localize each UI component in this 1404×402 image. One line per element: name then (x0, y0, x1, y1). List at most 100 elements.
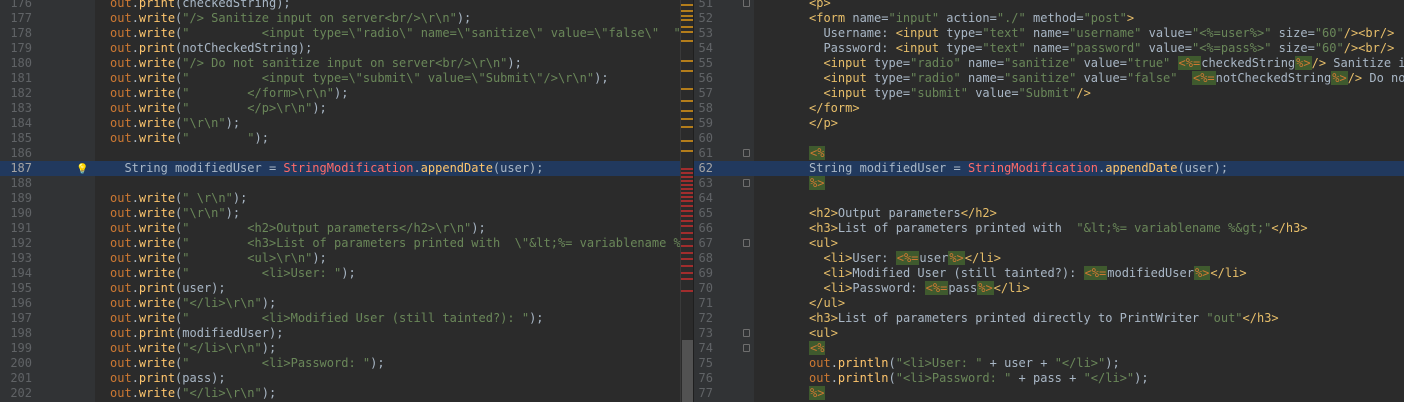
line-number[interactable]: 68 (694, 251, 713, 266)
code-text[interactable]: <li>Modified User (still tainted?): <%=m… (809, 266, 1247, 281)
code-text[interactable]: <ul> (809, 326, 838, 341)
fold-marker-icon[interactable] (743, 344, 750, 352)
code-text[interactable]: out.print(user); (110, 281, 226, 296)
line-number[interactable]: 201 (0, 371, 32, 386)
left-code-line[interactable]: 181 out.write(" <input type=\"submit\" va… (0, 71, 680, 86)
line-number[interactable]: 181 (0, 71, 32, 86)
code-text[interactable]: <li>User: <%=user%></li> (809, 251, 1001, 266)
line-number[interactable]: 74 (694, 341, 713, 356)
line-number[interactable]: 194 (0, 266, 32, 281)
left-error-stripe[interactable] (680, 0, 695, 402)
code-text[interactable]: out.write(" <li>User: "); (110, 266, 356, 281)
line-number[interactable]: 72 (694, 311, 713, 326)
line-number[interactable]: 63 (694, 176, 713, 191)
code-text[interactable]: out.write(" <h2>Output parameters</h2>\r… (110, 221, 486, 236)
line-number[interactable]: 177 (0, 11, 32, 26)
line-number[interactable]: 66 (694, 221, 713, 236)
left-code-line[interactable]: 178 out.write(" <input type=\"radio\" nam… (0, 26, 680, 41)
code-text[interactable]: out.write("</li>\r\n"); (110, 386, 276, 401)
right-code-line[interactable]: 61 <% (694, 146, 1404, 161)
line-number[interactable]: 54 (694, 41, 713, 56)
code-text[interactable]: <li>Password: <%=pass%></li> (809, 281, 1030, 296)
right-editor-pane[interactable]: 51 <p> 52 <form name="input" action="./" me… (694, 0, 1404, 402)
left-code-line[interactable]: 177 out.write("/> Sanitize input on serve… (0, 11, 680, 26)
code-text[interactable]: out.write("</li>\r\n"); (110, 341, 276, 356)
right-code-line[interactable]: 52 <form name="input" action="./" method=… (694, 11, 1404, 26)
code-text[interactable]: <h3>List of parameters printed with "&lt… (809, 221, 1308, 236)
code-text[interactable]: out.write(" </form>\r\n"); (110, 86, 348, 101)
code-text[interactable]: out.write(" "); (110, 131, 269, 146)
line-number[interactable]: 59 (694, 116, 713, 131)
line-number[interactable]: 60 (694, 131, 713, 146)
code-text[interactable]: out.write(" <ul>\r\n"); (110, 251, 327, 266)
code-text[interactable]: </ul> (809, 296, 845, 311)
code-text[interactable]: %> (809, 386, 826, 401)
line-number[interactable]: 185 (0, 131, 32, 146)
code-text[interactable]: <h3>List of parameters printed directly … (809, 311, 1279, 326)
code-text[interactable]: </form> (809, 101, 860, 116)
line-number[interactable]: 71 (694, 296, 713, 311)
fold-marker-icon[interactable] (743, 0, 750, 7)
right-code-line[interactable]: 65 <h2>Output parameters</h2> (694, 206, 1404, 221)
line-number[interactable]: 77 (694, 386, 713, 401)
code-text[interactable]: <input type="radio" name="sanitize" valu… (809, 71, 1404, 86)
lightbulb-icon[interactable]: 💡 (76, 162, 88, 177)
line-number[interactable]: 64 (694, 191, 713, 206)
right-code-line[interactable]: 69 <li>Modified User (still tainted?): <… (694, 266, 1404, 281)
fold-marker-icon[interactable] (743, 329, 750, 337)
scroll-thumb[interactable] (682, 340, 693, 402)
line-number[interactable]: 188 (0, 176, 32, 191)
right-code-line[interactable]: 73 <ul> (694, 326, 1404, 341)
right-code-line[interactable]: 60 (694, 131, 1404, 146)
left-code-line[interactable]: 188 (0, 176, 680, 191)
right-code-line[interactable]: 66 <h3>List of parameters printed with "&… (694, 221, 1404, 236)
fold-marker-icon[interactable] (743, 149, 750, 157)
line-number[interactable]: 187 (0, 161, 32, 176)
line-number[interactable]: 52 (694, 11, 713, 26)
line-number[interactable]: 202 (0, 386, 32, 401)
right-code-line[interactable]: 56 <input type="radio" name="sanitize" v… (694, 71, 1404, 86)
fold-marker-icon[interactable] (743, 179, 750, 187)
right-code-line[interactable]: 75 out.println("<li>User: " + user + "</l… (694, 356, 1404, 371)
code-text[interactable]: out.write("</li>\r\n"); (110, 296, 276, 311)
line-number[interactable]: 190 (0, 206, 32, 221)
line-number[interactable]: 192 (0, 236, 32, 251)
code-text[interactable]: out.write(" <input type=\"radio\" name=\… (110, 26, 680, 41)
line-number[interactable]: 186 (0, 146, 32, 161)
fold-marker-icon[interactable] (743, 239, 750, 247)
line-number[interactable]: 76 (694, 371, 713, 386)
line-number[interactable]: 184 (0, 116, 32, 131)
left-code-line[interactable]: 196 out.write("</li>\r\n"); (0, 296, 680, 311)
left-code-line[interactable]: 176 out.print(checkedString); (0, 0, 680, 11)
right-code-line[interactable]: 70 <li>Password: <%=pass%></li> (694, 281, 1404, 296)
right-code-line[interactable]: 62 String modifiedUser = StringModificati… (694, 161, 1404, 176)
code-text[interactable]: <ul> (809, 236, 838, 251)
right-code-line[interactable]: 53 Username: <input type="text" name="us… (694, 26, 1404, 41)
left-code-line[interactable]: 195 out.print(user); (0, 281, 680, 296)
line-number[interactable]: 197 (0, 311, 32, 326)
right-code-line[interactable]: 59 </p> (694, 116, 1404, 131)
right-code-line[interactable]: 58 </form> (694, 101, 1404, 116)
left-code-line[interactable]: 183 out.write(" </p>\r\n"); (0, 101, 680, 116)
line-number[interactable]: 196 (0, 296, 32, 311)
code-text[interactable]: out.write("/> Sanitize input on server<b… (110, 11, 471, 26)
left-code-line[interactable]: 182 out.write(" </form>\r\n"); (0, 86, 680, 101)
line-number[interactable]: 176 (0, 0, 32, 11)
left-code-line[interactable]: 198 out.print(modifiedUser); (0, 326, 680, 341)
code-text[interactable]: out.write(" <li>Password: "); (110, 356, 385, 371)
line-number[interactable]: 55 (694, 56, 713, 71)
code-text[interactable]: out.write(" <h3>List of parameters print… (110, 236, 680, 251)
left-code-line[interactable]: 201 out.print(pass); (0, 371, 680, 386)
left-code-line[interactable]: 187 String modifiedUser = StringModifica… (0, 161, 680, 176)
line-number[interactable]: 56 (694, 71, 713, 86)
left-code-line[interactable]: 179 out.print(notCheckedString); (0, 41, 680, 56)
right-code-line[interactable]: 57 <input type="submit" value="Submit"/> (694, 86, 1404, 101)
line-number[interactable]: 69 (694, 266, 713, 281)
left-code-line[interactable]: 192 out.write(" <h3>List of parameters pr… (0, 236, 680, 251)
right-code-line[interactable]: 77 %> (694, 386, 1404, 401)
code-text[interactable]: out.write("/> Do not sanitize input on s… (110, 56, 522, 71)
code-text[interactable]: out.print(pass); (110, 371, 226, 386)
line-number[interactable]: 199 (0, 341, 32, 356)
code-text[interactable]: <h2>Output parameters</h2> (809, 206, 997, 221)
line-number[interactable]: 191 (0, 221, 32, 236)
